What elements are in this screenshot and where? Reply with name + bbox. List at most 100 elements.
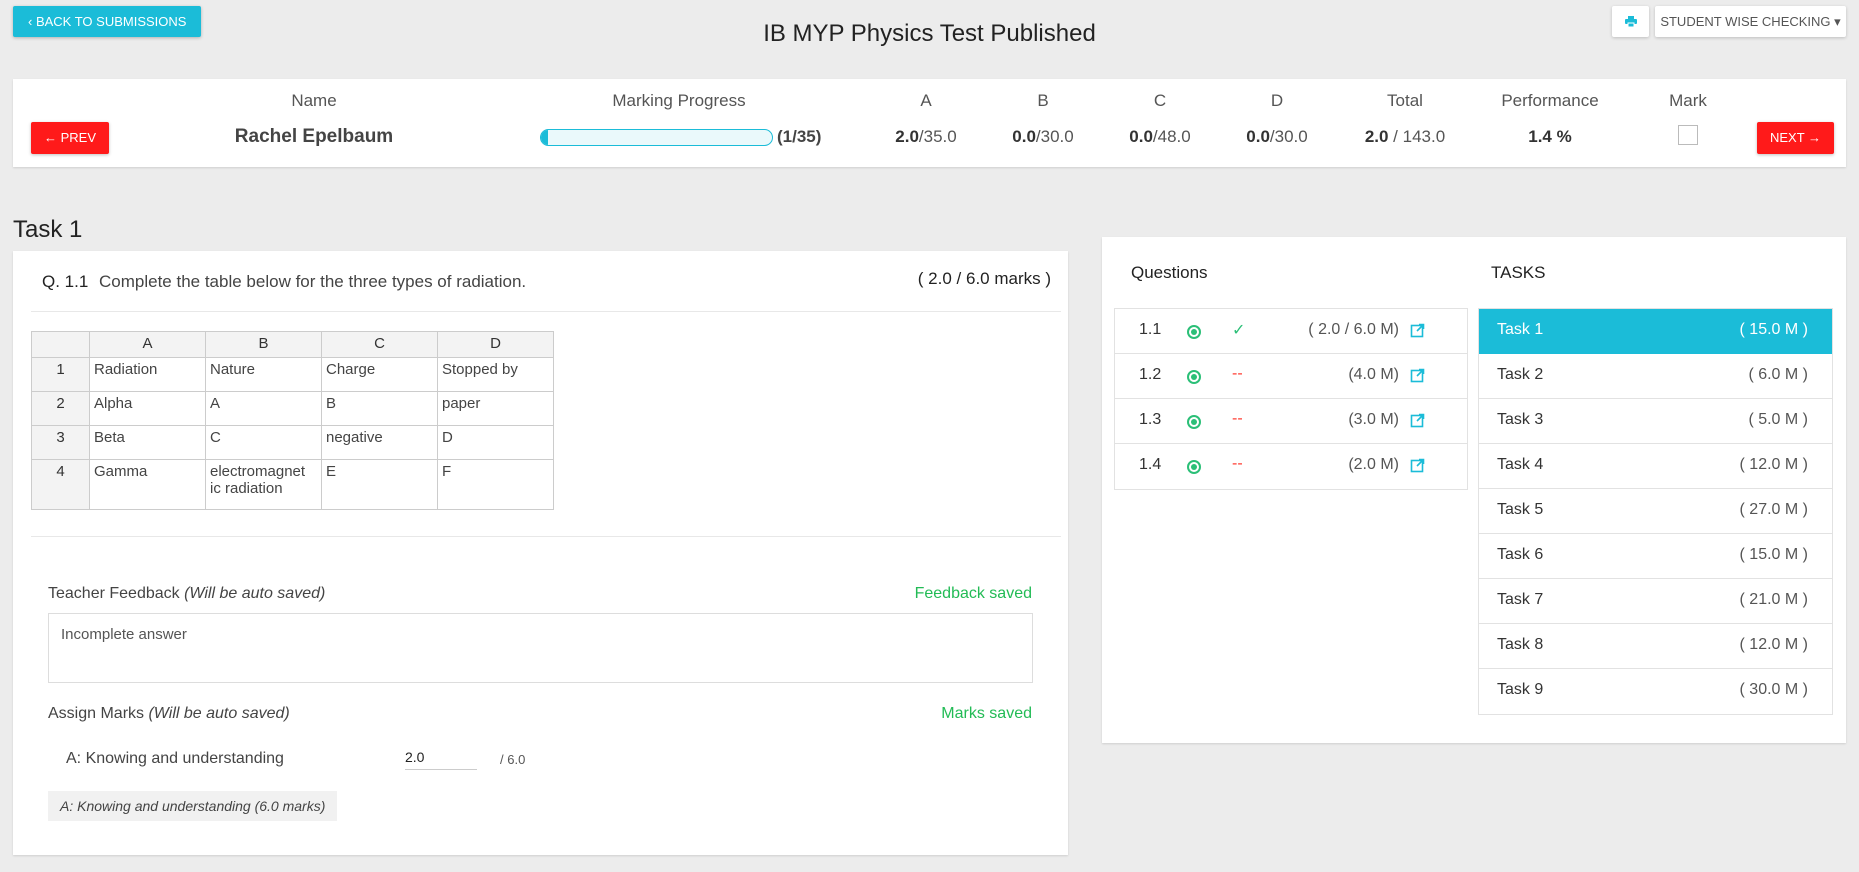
task-marks: ( 5.0 M ) [1748, 411, 1808, 428]
task-name: Task 2 [1497, 366, 1544, 383]
table-cell: Beta [89, 425, 206, 460]
task-name: Task 9 [1497, 681, 1544, 698]
task-list-item[interactable]: Task 5 ( 27.0 M ) [1479, 489, 1832, 534]
performance-header: Performance [1501, 91, 1599, 110]
table-header-row: A B C D [31, 331, 554, 358]
table-cell: negative [321, 425, 438, 460]
question-list-item[interactable]: 1.3 -- (3.0 M) [1115, 399, 1467, 444]
student-name: Rachel Epelbaum [234, 126, 394, 147]
criterion-d-score: 0.0/30.0 [1246, 127, 1307, 147]
total-value: 2.0 [1364, 127, 1389, 146]
question-marks: (3.0 M) [1348, 411, 1399, 428]
marking-progress-fill [541, 130, 548, 145]
performance-value: 1.4 % [1528, 127, 1571, 147]
marking-progress-count: (1/35) [777, 127, 822, 146]
column-header: C [321, 331, 438, 358]
question-card: Q. 1.1 Complete the table below for the … [13, 251, 1068, 855]
task-list-item[interactable]: Task 8 ( 12.0 M ) [1479, 624, 1832, 669]
task-list-item[interactable]: Task 7 ( 21.0 M ) [1479, 579, 1832, 624]
question-list: 1.1 ✓ ( 2.0 / 6.0 M) 1.2 -- (4.0 M) 1.3 -- (3.0 … [1114, 308, 1468, 490]
top-bar: ‹ BACK TO SUBMISSIONS IB MYP Physics Tes… [0, 0, 1859, 70]
marks-label-text: Assign Marks [48, 705, 149, 722]
column-header: B [205, 331, 322, 358]
performance-percent: 1.4 % [1528, 127, 1572, 146]
divider [31, 536, 1061, 537]
column-header: A [89, 331, 206, 358]
criterion-d-header: D [1270, 91, 1284, 110]
feedback-hint: (Will be auto saved) [184, 585, 326, 602]
task-list-item[interactable]: Task 6 ( 15.0 M ) [1479, 534, 1832, 579]
mark-header: Mark [1669, 91, 1707, 110]
external-link-icon[interactable] [1410, 323, 1425, 338]
task-list: Task 1 ( 15.0 M ) Task 2 ( 6.0 M ) Task 3 ( 5… [1478, 308, 1833, 715]
task-marks: ( 15.0 M ) [1739, 546, 1808, 563]
task-marks: ( 27.0 M ) [1739, 501, 1808, 518]
task-name: Task 7 [1497, 591, 1544, 608]
question-marks: (4.0 M) [1348, 366, 1399, 383]
print-icon [1624, 16, 1637, 27]
checking-mode-dropdown[interactable]: STUDENT WISE CHECKING ▾ [1655, 6, 1846, 37]
pending-status: -- [1232, 410, 1243, 427]
tasks-title: TASKS [1491, 263, 1546, 282]
mark-checkbox[interactable] [1678, 125, 1698, 145]
name-header: Name [291, 91, 337, 110]
table-cell: A [205, 391, 322, 426]
question-number: 1.2 [1139, 366, 1162, 383]
task-list-item[interactable]: Task 3 ( 5.0 M ) [1479, 399, 1832, 444]
table-cell: Gamma [89, 459, 206, 510]
corner-cell [31, 331, 90, 358]
questions-title: Questions [1131, 263, 1208, 282]
criterion-b-value: 0.0 [1012, 127, 1036, 146]
task-marks: ( 30.0 M ) [1739, 681, 1808, 698]
task-list-item[interactable]: Task 2 ( 6.0 M ) [1479, 354, 1832, 399]
row-header: 4 [31, 459, 90, 510]
student-summary: ← PREV Name Rachel Epelbaum Marking Prog… [13, 79, 1846, 167]
criterion-mark-input[interactable] [405, 740, 477, 770]
radio-dot-icon [1187, 325, 1201, 339]
task-list-item[interactable]: Task 4 ( 12.0 M ) [1479, 444, 1832, 489]
print-button[interactable] [1612, 6, 1649, 37]
criterion-d-value: 0.0 [1246, 127, 1270, 146]
assign-marks-label: Assign Marks (Will be auto saved) [48, 705, 290, 723]
teacher-feedback-field[interactable]: Incomplete answer [48, 613, 1033, 683]
table-cell: Alpha [89, 391, 206, 426]
pending-status: -- [1232, 365, 1243, 382]
external-link-icon[interactable] [1410, 413, 1425, 428]
criterion-max: / 6.0 [500, 752, 526, 767]
next-student-button[interactable]: NEXT → [1757, 122, 1835, 154]
criterion-a-header: A [920, 91, 932, 110]
check-icon: ✓ [1232, 322, 1246, 339]
table-row: 3 Beta C negative D [31, 425, 554, 460]
table-cell: F [437, 459, 554, 510]
row-header: 1 [31, 357, 90, 392]
column-header: D [437, 331, 554, 358]
table-cell: paper [437, 391, 554, 426]
task-list-item[interactable]: Task 1 ( 15.0 M ) [1479, 309, 1832, 354]
criterion-c-value: 0.0 [1129, 127, 1153, 146]
task-name: Task 1 [1497, 321, 1544, 338]
question-list-item[interactable]: 1.1 ✓ ( 2.0 / 6.0 M) [1115, 309, 1467, 354]
table-cell: Charge [321, 357, 438, 392]
criterion-a-max: /35.0 [918, 127, 957, 146]
radio-dot-icon [1187, 460, 1201, 474]
row-header: 3 [31, 425, 90, 460]
question-number: 1.3 [1139, 411, 1162, 428]
prev-student-button[interactable]: ← PREV [31, 122, 110, 154]
marks-saved-status: Marks saved [941, 705, 1032, 722]
table-row: 4 Gamma electromagnet ic radiation E F [31, 459, 554, 510]
task-list-item[interactable]: Task 9 ( 30.0 M ) [1479, 669, 1832, 714]
question-text: Complete the table below for the three t… [99, 272, 527, 291]
table-cell: Nature [205, 357, 322, 392]
question-list-item[interactable]: 1.4 -- (2.0 M) [1115, 444, 1467, 489]
marking-progress-bar [540, 129, 773, 146]
criterion-b-score: 0.0/30.0 [1012, 127, 1073, 147]
question-list-item[interactable]: 1.2 -- (4.0 M) [1115, 354, 1467, 399]
question-marks: (2.0 M) [1348, 456, 1399, 473]
task-marks: ( 12.0 M ) [1739, 456, 1808, 473]
external-link-icon[interactable] [1410, 368, 1425, 383]
question-marks: ( 2.0 / 6.0 M) [1308, 321, 1399, 338]
task-name: Task 8 [1497, 636, 1544, 653]
external-link-icon[interactable] [1410, 458, 1425, 473]
task-name: Task 4 [1497, 456, 1544, 473]
question-number: 1.4 [1139, 456, 1162, 473]
